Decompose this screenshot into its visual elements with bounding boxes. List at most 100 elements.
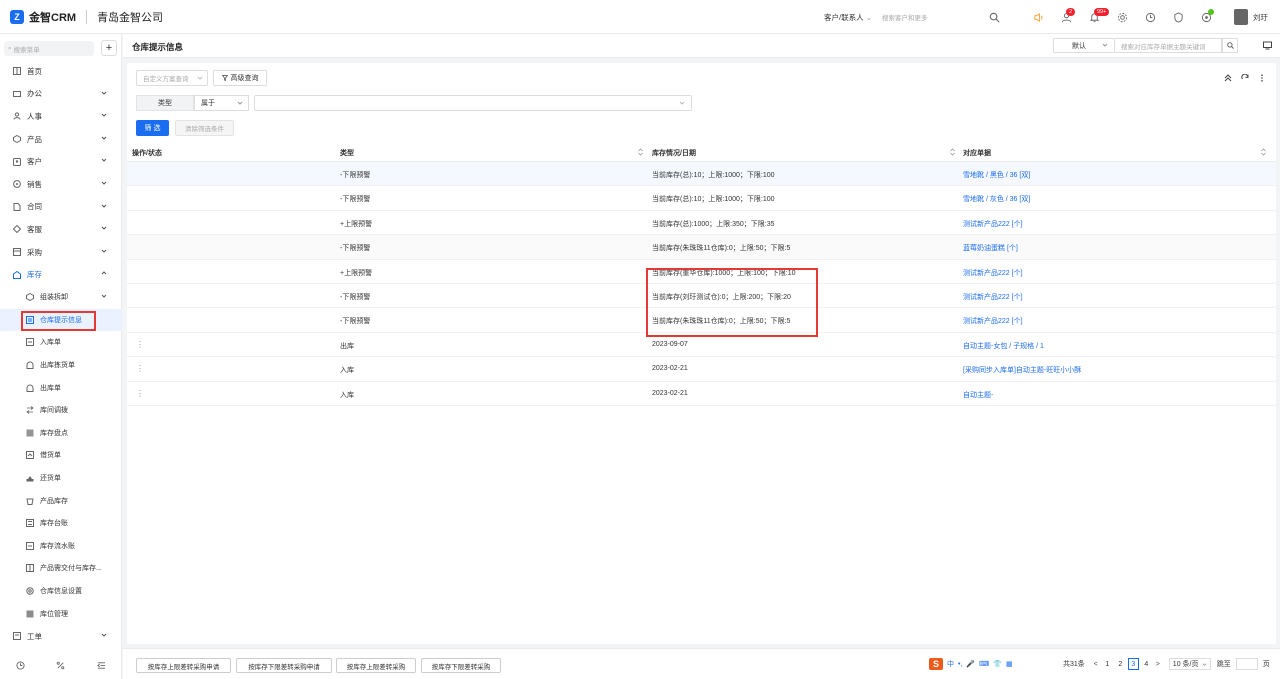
lower-diff-to-purchase-button[interactable]: 按库存下限差转采购 [421,658,501,673]
cell-document-link[interactable]: 测试新产品222 [个] [963,292,1023,302]
customer-contact-select[interactable]: 客户/联系人 ⌄ [824,12,872,23]
app-status-icon[interactable] [1196,7,1216,27]
sort-icon[interactable] [1261,148,1266,156]
service-icon [13,225,21,234]
sidebar-subitem-picking[interactable]: 出库拣货单 [0,354,122,377]
header-type[interactable]: 类型 [340,148,354,158]
sidebar-item-contract[interactable]: 合同 [0,196,122,219]
row-action-menu[interactable]: ⋮ [136,340,144,349]
custom-scheme-select[interactable]: 自定义方案查询 [136,70,208,86]
sidebar-subitem-inbound[interactable]: 入库单 [0,331,122,354]
clear-filter-button[interactable]: 清除筛选条件 [175,120,234,136]
bell-icon[interactable]: 99+ [1084,7,1110,27]
percent-icon[interactable] [56,661,65,672]
sidebar-subitem-delivery-vs-stock[interactable]: 产品需交付与库存... [0,557,122,580]
menu-search-input[interactable]: ⌕ 搜索菜单 [4,41,94,56]
doc-search-input[interactable]: 搜索对应库存单据主题关键词 [1115,38,1222,53]
header-stock-date[interactable]: 库存情况/日期 [652,148,696,158]
goto-page-input[interactable] [1235,658,1258,670]
table-row[interactable]: -下限预警 当前库存(朱珠珠11仓库):0；上限:50；下限:5 蓝莓奶油蛋糕 [个… [127,235,1276,260]
cell-document-link[interactable]: 雪地靴 / 黑色 / 36 [双] [963,170,1030,180]
monitor-icon[interactable] [1263,41,1272,50]
table-row[interactable]: +上限预警 当前库存(总):1000；上限:350；下限:35 测试新产品222 [… [127,211,1276,236]
speaker-icon[interactable] [1028,7,1048,27]
refresh-icon[interactable] [1241,73,1249,84]
sidebar-item-service[interactable]: 客服 [0,218,122,241]
sort-icon[interactable] [950,148,955,156]
add-menu-button[interactable]: + [101,40,117,56]
row-action-menu[interactable]: ⋮ [136,365,144,373]
sidebar-item-home[interactable]: 首页 [0,60,122,83]
sidebar-item-hr[interactable]: 人事 [0,105,122,128]
next-page-button[interactable]: > [1153,661,1163,668]
cell-document-link[interactable]: 测试新产品222 [个] [963,268,1023,278]
microphone-icon[interactable]: 🎤 [966,660,975,668]
page-2[interactable]: 2 [1115,658,1126,670]
shield-icon[interactable] [1168,7,1188,27]
search-icon[interactable] [984,7,1004,27]
sidebar-item-office[interactable]: 办公 [0,83,122,106]
sidebar-subitem-transfer[interactable]: 库间调拨 [0,399,122,422]
cell-document-link[interactable]: 测试新产品222 [个] [963,219,1023,229]
sidebar-subitem-outbound[interactable]: 出库单 [0,376,122,399]
row-action-menu[interactable]: ⋮ [136,389,144,398]
page-1[interactable]: 1 [1102,658,1113,670]
collapse-up-icon[interactable] [1224,74,1232,84]
global-search-input[interactable]: 搜索客户和更多 [882,12,972,22]
ime-lang[interactable]: 中 [947,659,954,669]
filter-button[interactable]: 筛 选 [136,120,169,136]
prev-page-button[interactable]: < [1091,661,1101,668]
clock-icon[interactable] [1140,7,1160,27]
cell-document-link[interactable]: 蓝莓奶油蛋糕 [个] [963,243,1018,253]
user-name[interactable]: 刘玗 [1253,12,1268,23]
sidebar-item-inventory[interactable]: 库存 [0,263,122,286]
header-document[interactable]: 对应单据 [963,148,991,158]
cell-document-link[interactable]: 测试新产品222 [个] [963,316,1023,326]
table-row[interactable]: ⋮ 入库 2023-02-21 自动主题- [127,382,1276,406]
sidebar-subitem-return[interactable]: 还货单 [0,467,122,490]
toolbox-icon[interactable]: ▦ [1006,660,1013,668]
sidebar-subitem-assembly[interactable]: 组装拆卸 [0,286,122,309]
sidebar-subitem-location-mgmt[interactable]: 库位管理 [0,602,122,625]
cell-document-link[interactable]: 自动主题-女包 / 子规格 / 1 [963,341,1044,351]
sidebar-subitem-borrow[interactable]: 借货单 [0,444,122,467]
condition-value-select[interactable] [254,95,692,111]
sidebar-item-ticket[interactable]: 工单 [0,625,122,648]
cell-document-link[interactable]: 雪地靴 / 灰色 / 36 [双] [963,194,1030,204]
table-row[interactable]: -下限预警 当前库存(总):10；上限:1000；下限:100 雪地靴 / 黑色 /… [127,162,1276,187]
sidebar-subitem-ledger[interactable]: 库存台账 [0,512,122,535]
collapse-menu-icon[interactable] [97,661,106,672]
sidebar-item-customer[interactable]: 客户 [0,150,122,173]
upper-diff-to-purchase-request-button[interactable]: 按库存上限差转采购申请 [136,658,231,673]
cell-document-link[interactable]: 自动主题- [963,390,993,400]
gear-icon[interactable] [1112,7,1132,27]
contacts-icon[interactable]: 2 [1056,7,1076,27]
sogou-logo-icon[interactable]: S [929,658,943,670]
ime-punct[interactable]: •, [958,661,962,668]
page-3-current[interactable]: 3 [1127,658,1139,670]
table-row[interactable]: ⋮ 入库 2023-02-21 [采购同步入库单]自动主题-旺旺小小酥 [127,357,1276,382]
sort-icon[interactable] [638,148,643,156]
advanced-query-button[interactable]: 高级查询 [213,70,267,86]
more-vertical-icon[interactable] [1258,74,1266,84]
sidebar-item-sales[interactable]: 销售 [0,173,122,196]
keyboard-icon[interactable]: ⌨ [979,660,989,668]
sidebar-subitem-stocktake[interactable]: 库存盘点 [0,422,122,445]
search-button[interactable] [1222,38,1238,53]
sidebar-subitem-journal[interactable]: 库存流水账 [0,534,122,557]
sidebar-item-purchase[interactable]: 采购 [0,241,122,264]
page-size-select[interactable]: 10 条/页 [1168,658,1211,670]
table-row[interactable]: -下限预警 当前库存(总):10；上限:1000；下限:100 雪地靴 / 灰色 /… [127,186,1276,211]
sidebar-item-product[interactable]: 产品 [0,128,122,151]
skin-icon[interactable]: 👕 [993,660,1002,668]
page-4[interactable]: 4 [1141,658,1152,670]
avatar[interactable] [1234,9,1248,25]
view-select[interactable]: 默认 [1053,38,1115,53]
sidebar-subitem-warehouse-settings[interactable]: 仓库信息设置 [0,580,122,603]
condition-operator-select[interactable]: 属于 [194,95,249,111]
history-icon[interactable] [16,660,25,672]
upper-diff-to-purchase-button[interactable]: 按库存上限差转采购 [336,658,416,673]
cell-document-link[interactable]: [采购同步入库单]自动主题-旺旺小小酥 [963,365,1081,375]
lower-diff-to-purchase-request-button[interactable]: 按库存下限差转采购申请 [236,658,332,673]
sidebar-subitem-product-stock[interactable]: 产品库存 [0,489,122,512]
